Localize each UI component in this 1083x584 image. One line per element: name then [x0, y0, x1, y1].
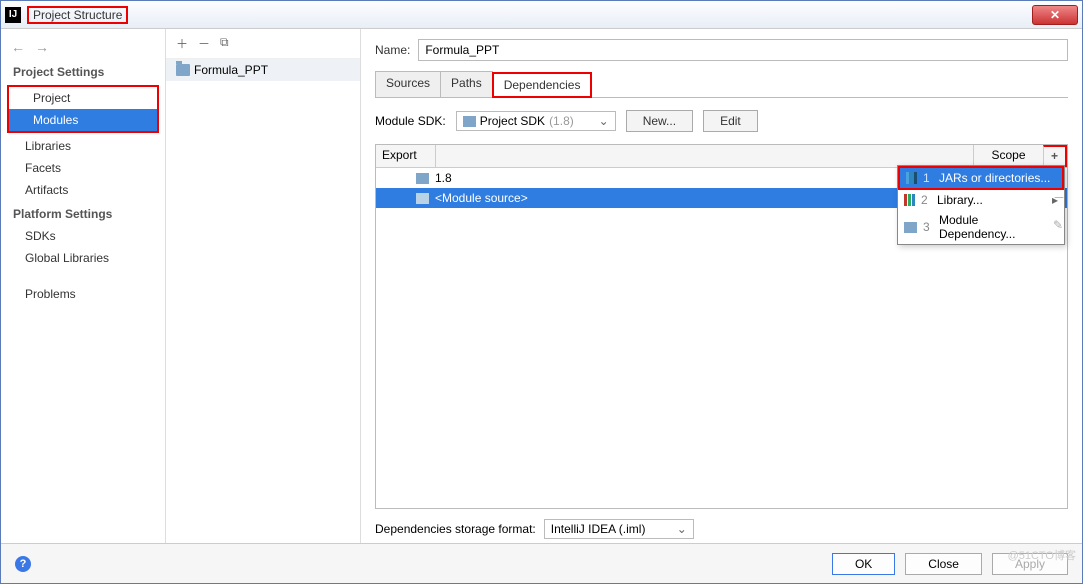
- storage-format-value: IntelliJ IDEA (.iml): [551, 522, 646, 536]
- add-dependency-popup: 1 JARs or directories... 2 Library... ▸ …: [897, 165, 1065, 245]
- export-column-header[interactable]: Export: [376, 145, 436, 167]
- project-settings-heading: Project Settings: [1, 59, 165, 83]
- popup-index: 3: [923, 220, 933, 234]
- sdk-folder-icon: [463, 116, 476, 127]
- popup-label: Module Dependency...: [939, 213, 1058, 241]
- sidebar-item-modules[interactable]: Modules: [9, 109, 157, 131]
- close-button[interactable]: Close: [905, 553, 982, 575]
- module-dep-icon: [904, 222, 917, 233]
- highlighted-nav-group: Project Modules: [7, 85, 159, 133]
- add-module-icon[interactable]: ＋: [176, 35, 188, 52]
- tab-sources[interactable]: Sources: [375, 71, 441, 97]
- chevron-down-icon: ⌄: [677, 522, 687, 536]
- folder-icon: [416, 173, 429, 184]
- window-close-button[interactable]: ✕: [1032, 5, 1078, 25]
- popup-label: Library...: [937, 193, 983, 207]
- storage-format-dropdown[interactable]: IntelliJ IDEA (.iml) ⌄: [544, 519, 694, 539]
- watermark-text: @51CTO博客: [1008, 547, 1076, 563]
- copy-module-icon[interactable]: ⧉: [220, 35, 229, 52]
- module-sdk-label: Module SDK:: [375, 114, 446, 128]
- table-side-toolbar: － ✎: [1053, 189, 1065, 232]
- folder-icon: [416, 193, 429, 204]
- tab-bar: Sources Paths Dependencies: [375, 71, 1068, 98]
- module-sdk-dropdown[interactable]: Project SDK (1.8) ⌄: [456, 111, 616, 131]
- platform-settings-heading: Platform Settings: [1, 201, 165, 225]
- module-tree-item[interactable]: Formula_PPT: [166, 59, 360, 81]
- popup-index: 2: [921, 193, 931, 207]
- dependencies-table: Export Scope + 1.8 <Module source> 1 JAR…: [375, 144, 1068, 509]
- edit-sdk-button[interactable]: Edit: [703, 110, 758, 132]
- module-name-input[interactable]: [418, 39, 1068, 61]
- sdk-value: Project SDK: [480, 114, 545, 128]
- module-list-panel: ＋ － ⧉ Formula_PPT: [166, 29, 361, 543]
- tab-dependencies[interactable]: Dependencies: [492, 72, 593, 98]
- sdk-version: (1.8): [549, 114, 574, 128]
- new-sdk-button[interactable]: New...: [626, 110, 693, 132]
- remove-module-icon[interactable]: －: [198, 35, 210, 52]
- edit-pencil-icon[interactable]: ✎: [1053, 218, 1065, 232]
- dependency-label: 1.8: [435, 171, 452, 185]
- chevron-down-icon: ⌄: [599, 114, 609, 128]
- jars-icon: [906, 172, 917, 184]
- module-name-label: Formula_PPT: [194, 63, 268, 77]
- popup-item-library[interactable]: 2 Library... ▸: [898, 190, 1064, 210]
- sidebar-item-libraries[interactable]: Libraries: [1, 135, 165, 157]
- popup-label: JARs or directories...: [939, 171, 1050, 185]
- popup-item-jars[interactable]: 1 JARs or directories...: [898, 166, 1064, 190]
- sidebar-item-global-libraries[interactable]: Global Libraries: [1, 247, 165, 269]
- scope-column-header[interactable]: Scope: [973, 145, 1043, 167]
- ok-button[interactable]: OK: [832, 553, 895, 575]
- dialog-footer: ? OK Close Apply: [1, 543, 1082, 583]
- nav-forward-icon[interactable]: →: [35, 39, 49, 55]
- sidebar-item-facets[interactable]: Facets: [1, 157, 165, 179]
- dependency-label: <Module source>: [435, 191, 528, 205]
- left-sidebar: ← → Project Settings Project Modules Lib…: [1, 29, 166, 543]
- minus-icon[interactable]: －: [1053, 189, 1065, 206]
- module-folder-icon: [176, 64, 190, 76]
- titlebar: IJ Project Structure ✕: [1, 1, 1082, 29]
- storage-format-label: Dependencies storage format:: [375, 522, 536, 536]
- detail-panel: Name: Sources Paths Dependencies Module …: [361, 29, 1082, 543]
- tab-paths[interactable]: Paths: [440, 71, 493, 97]
- popup-index: 1: [923, 171, 933, 185]
- app-icon: IJ: [5, 7, 21, 23]
- window-title: Project Structure: [27, 6, 128, 24]
- popup-item-module-dependency[interactable]: 3 Module Dependency...: [898, 210, 1064, 244]
- name-label: Name:: [375, 43, 410, 57]
- sidebar-item-artifacts[interactable]: Artifacts: [1, 179, 165, 201]
- sidebar-item-problems[interactable]: Problems: [1, 283, 165, 305]
- nav-back-icon[interactable]: ←: [11, 39, 25, 55]
- sidebar-item-project[interactable]: Project: [9, 87, 157, 109]
- main-area: ← → Project Settings Project Modules Lib…: [1, 29, 1082, 543]
- help-icon[interactable]: ?: [15, 556, 31, 572]
- library-icon: [904, 194, 915, 206]
- add-dependency-button[interactable]: +: [1043, 145, 1067, 167]
- sidebar-item-sdks[interactable]: SDKs: [1, 225, 165, 247]
